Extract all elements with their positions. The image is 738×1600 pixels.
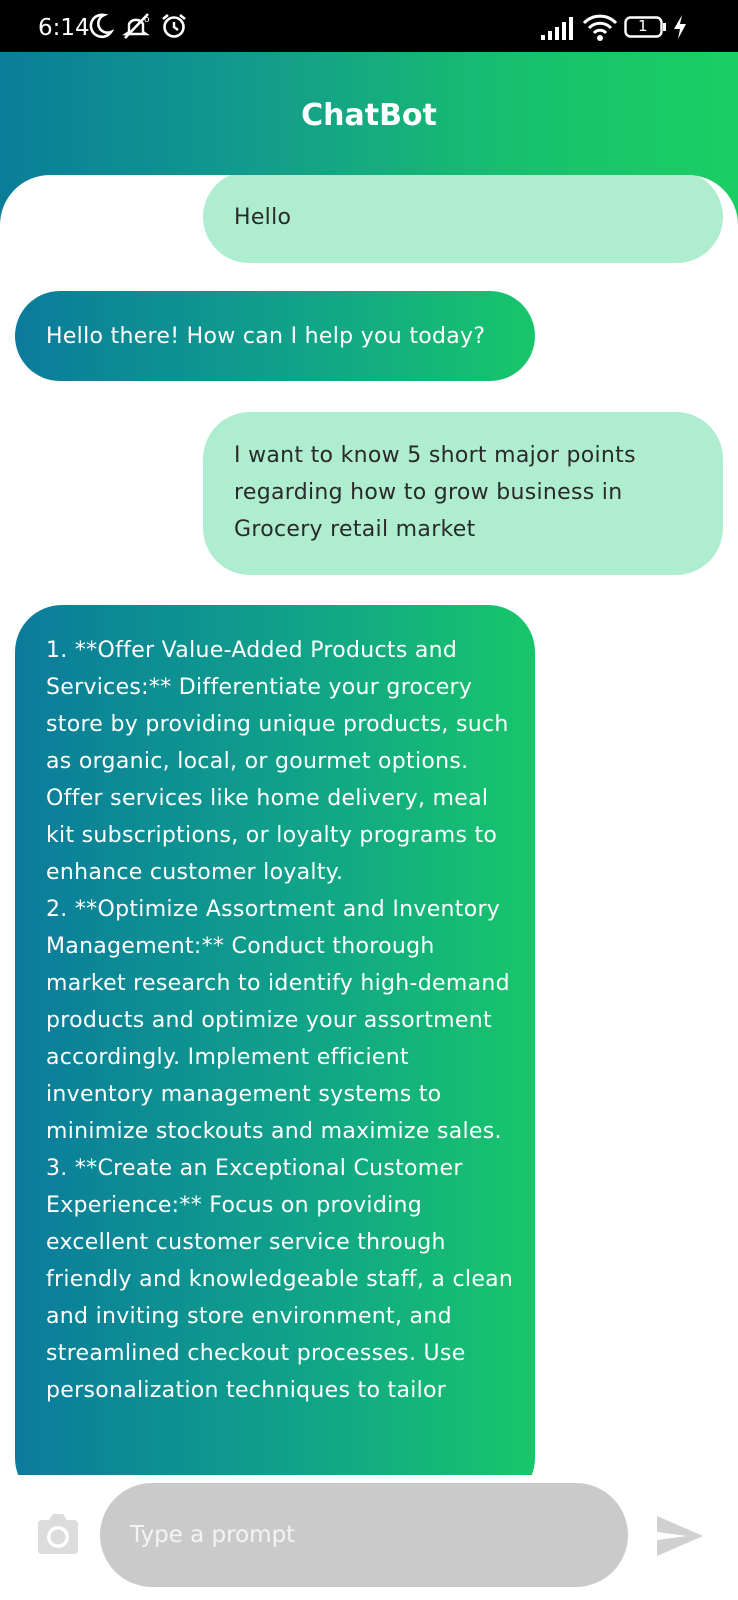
chat-list[interactable]: Hello Hello there! How can I help you to… xyxy=(0,175,738,1475)
bot-message-bubble: 1. **Offer Value-Added Products and Serv… xyxy=(15,605,535,1475)
user-message-bubble: I want to know 5 short major points rega… xyxy=(203,412,723,575)
signal-icon xyxy=(540,16,576,46)
status-bar: 6:14 o 1 xyxy=(0,0,738,52)
charging-icon xyxy=(672,14,688,44)
alarm-icon xyxy=(160,12,188,44)
battery-level: 1 xyxy=(638,17,648,35)
status-time: 6:14 xyxy=(38,15,90,41)
message-text: Hello there! How can I help you today? xyxy=(46,324,486,349)
battery-icon: 1 xyxy=(624,14,668,44)
mute-icon: o xyxy=(122,12,152,44)
camera-icon[interactable] xyxy=(34,1510,82,1558)
prompt-input[interactable] xyxy=(100,1483,628,1587)
wifi-icon xyxy=(582,14,618,46)
send-icon[interactable] xyxy=(655,1513,705,1559)
user-message-bubble: Hello xyxy=(203,175,723,263)
message-text: 1. **Offer Value-Added Products and Serv… xyxy=(46,638,514,1403)
svg-text:o: o xyxy=(144,15,150,25)
message-text: Hello xyxy=(234,205,292,230)
moon-icon xyxy=(88,12,115,44)
message-text: I want to know 5 short major points rega… xyxy=(234,443,636,542)
input-bar xyxy=(0,1475,738,1600)
page-title: ChatBot xyxy=(301,98,437,133)
bot-message-bubble: Hello there! How can I help you today? xyxy=(15,291,535,381)
